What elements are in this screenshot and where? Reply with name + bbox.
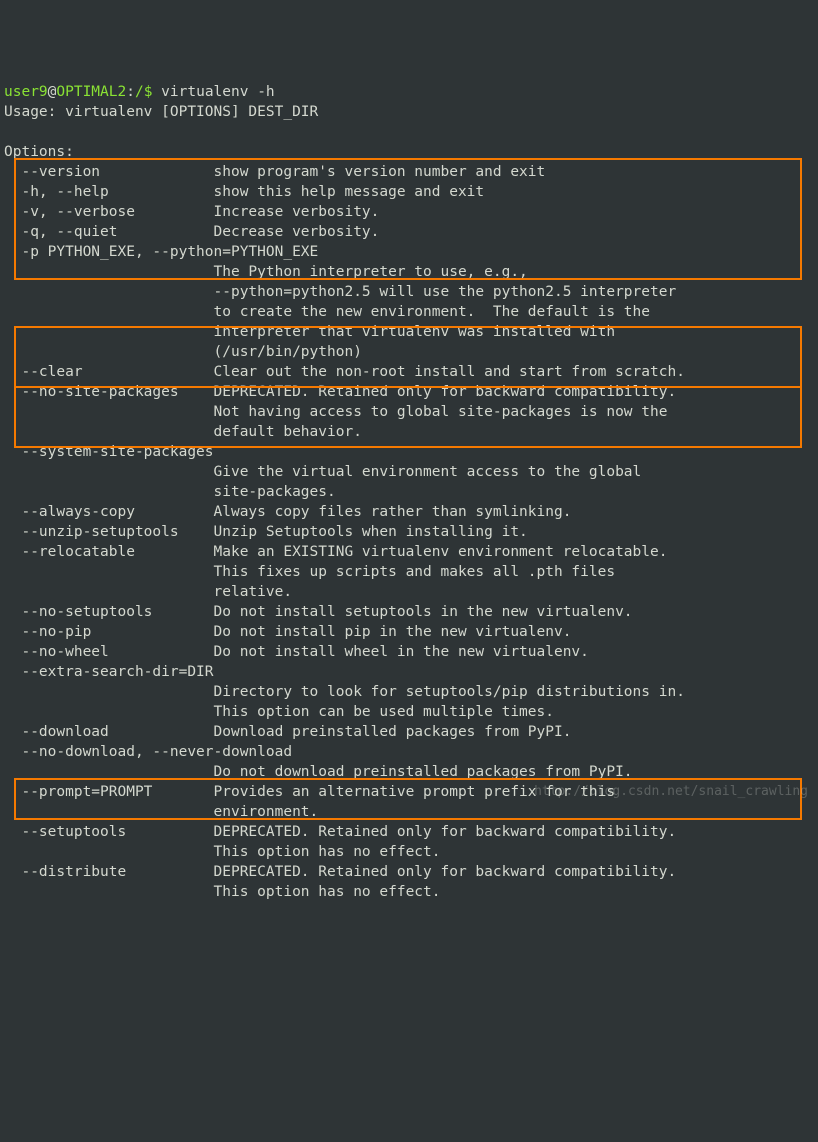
option-line: --extra-search-dir=DIR bbox=[4, 664, 214, 680]
option-line: --always-copy Always copy files rather t… bbox=[4, 504, 571, 520]
prompt-symbol: $ bbox=[144, 84, 153, 100]
command-input[interactable]: virtualenv -h bbox=[161, 84, 275, 100]
option-line: --no-wheel Do not install wheel in the n… bbox=[4, 644, 589, 660]
option-line: --download Download preinstalled package… bbox=[4, 724, 571, 740]
option-line: -q, --quiet Decrease verbosity. bbox=[4, 224, 379, 240]
option-line: Directory to look for setuptools/pip dis… bbox=[4, 684, 685, 700]
option-line: site-packages. bbox=[4, 484, 336, 500]
option-line: -v, --verbose Increase verbosity. bbox=[4, 204, 379, 220]
option-line: This option has no effect. bbox=[4, 844, 441, 860]
option-line: --distribute DEPRECATED. Retained only f… bbox=[4, 864, 676, 880]
option-line: -p PYTHON_EXE, --python=PYTHON_EXE bbox=[4, 244, 318, 260]
option-line: --relocatable Make an EXISTING virtualen… bbox=[4, 544, 667, 560]
option-line: --version show program's version number … bbox=[4, 164, 545, 180]
option-line: relative. bbox=[4, 584, 292, 600]
option-line: default behavior. bbox=[4, 424, 362, 440]
option-line: --setuptools DEPRECATED. Retained only f… bbox=[4, 824, 676, 840]
option-line: environment. bbox=[4, 804, 318, 820]
option-line: --no-setuptools Do not install setuptool… bbox=[4, 604, 633, 620]
option-line: --clear Clear out the non-root install a… bbox=[4, 364, 685, 380]
prompt-host: OPTIMAL2 bbox=[56, 84, 126, 100]
option-line: This fixes up scripts and makes all .pth… bbox=[4, 564, 615, 580]
options-header: Options: bbox=[4, 144, 74, 160]
option-line: This option can be used multiple times. bbox=[4, 704, 554, 720]
prompt-path: / bbox=[135, 84, 144, 100]
option-line: interpreter that virtualenv was installe… bbox=[4, 324, 615, 340]
option-line: Do not download preinstalled packages fr… bbox=[4, 764, 633, 780]
option-line: Not having access to global site-package… bbox=[4, 404, 667, 420]
option-line: --system-site-packages bbox=[4, 444, 214, 460]
option-line: --no-download, --never-download bbox=[4, 744, 292, 760]
option-line: The Python interpreter to use, e.g., bbox=[4, 264, 528, 280]
option-line: --prompt=PROMPT Provides an alternative … bbox=[4, 784, 615, 800]
terminal-output: user9@OPTIMAL2:/$ virtualenv -h Usage: v… bbox=[4, 82, 814, 902]
prompt-user: user9 bbox=[4, 84, 48, 100]
option-line: -h, --help show this help message and ex… bbox=[4, 184, 484, 200]
option-line: (/usr/bin/python) bbox=[4, 344, 362, 360]
prompt-colon: : bbox=[126, 84, 135, 100]
usage-line: Usage: virtualenv [OPTIONS] DEST_DIR bbox=[4, 104, 318, 120]
option-line: --no-site-packages DEPRECATED. Retained … bbox=[4, 384, 676, 400]
option-line: --python=python2.5 will use the python2.… bbox=[4, 284, 676, 300]
option-line: to create the new environment. The defau… bbox=[4, 304, 650, 320]
option-line: Give the virtual environment access to t… bbox=[4, 464, 641, 480]
option-line: This option has no effect. bbox=[4, 884, 441, 900]
option-line: --no-pip Do not install pip in the new v… bbox=[4, 624, 571, 640]
option-line: --unzip-setuptools Unzip Setuptools when… bbox=[4, 524, 528, 540]
